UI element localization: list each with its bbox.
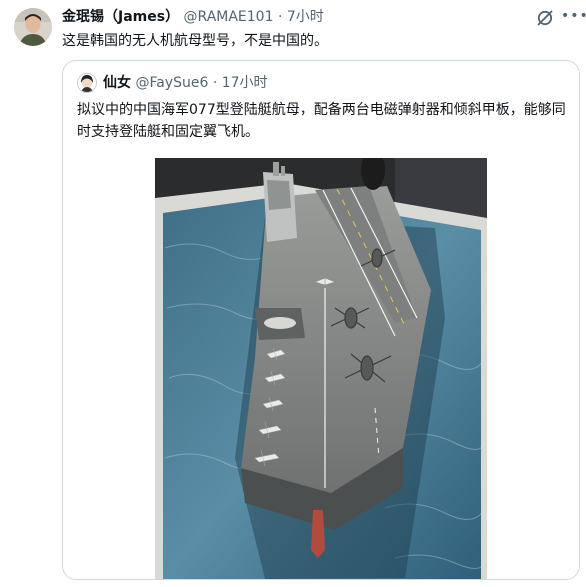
quoted-author-name[interactable]: 仙女 — [103, 75, 131, 91]
tweet-author-handle[interactable]: @RAMAE101 — [184, 9, 274, 25]
tweet-author-name[interactable]: 金珉锡（James） — [62, 9, 179, 25]
quoted-timestamp[interactable]: · 17小时 — [213, 75, 268, 91]
tweet-timestamp[interactable]: · 7小时 — [278, 9, 324, 25]
tweet-author-avatar[interactable] — [14, 8, 52, 46]
grok-icon[interactable] — [536, 9, 554, 27]
quoted-tweet-text: 拟议中的中国海军077型登陆艇航母，配备两台电磁弹射器和倾斜甲板，能够同时支持登… — [77, 102, 566, 140]
quoted-author-avatar[interactable] — [77, 73, 97, 93]
quoted-tweet-header: 仙女 @FaySue6 · 17小时 — [103, 74, 268, 92]
tweet-header: 金珉锡（James） @RAMAE101 · 7小时 — [62, 8, 324, 26]
quoted-tweet[interactable]: 仙女 @FaySue6 · 17小时 拟议中的中国海军077型登陆艇航母，配备两… — [62, 60, 580, 580]
more-options-icon[interactable]: ••• — [561, 8, 586, 24]
quoted-author-handle[interactable]: @FaySue6 — [135, 75, 208, 91]
tweet-text: 这是韩国的无人机航母型号，不是中国的。 — [62, 33, 328, 49]
aircraft-carrier-model-image[interactable] — [155, 158, 487, 579]
